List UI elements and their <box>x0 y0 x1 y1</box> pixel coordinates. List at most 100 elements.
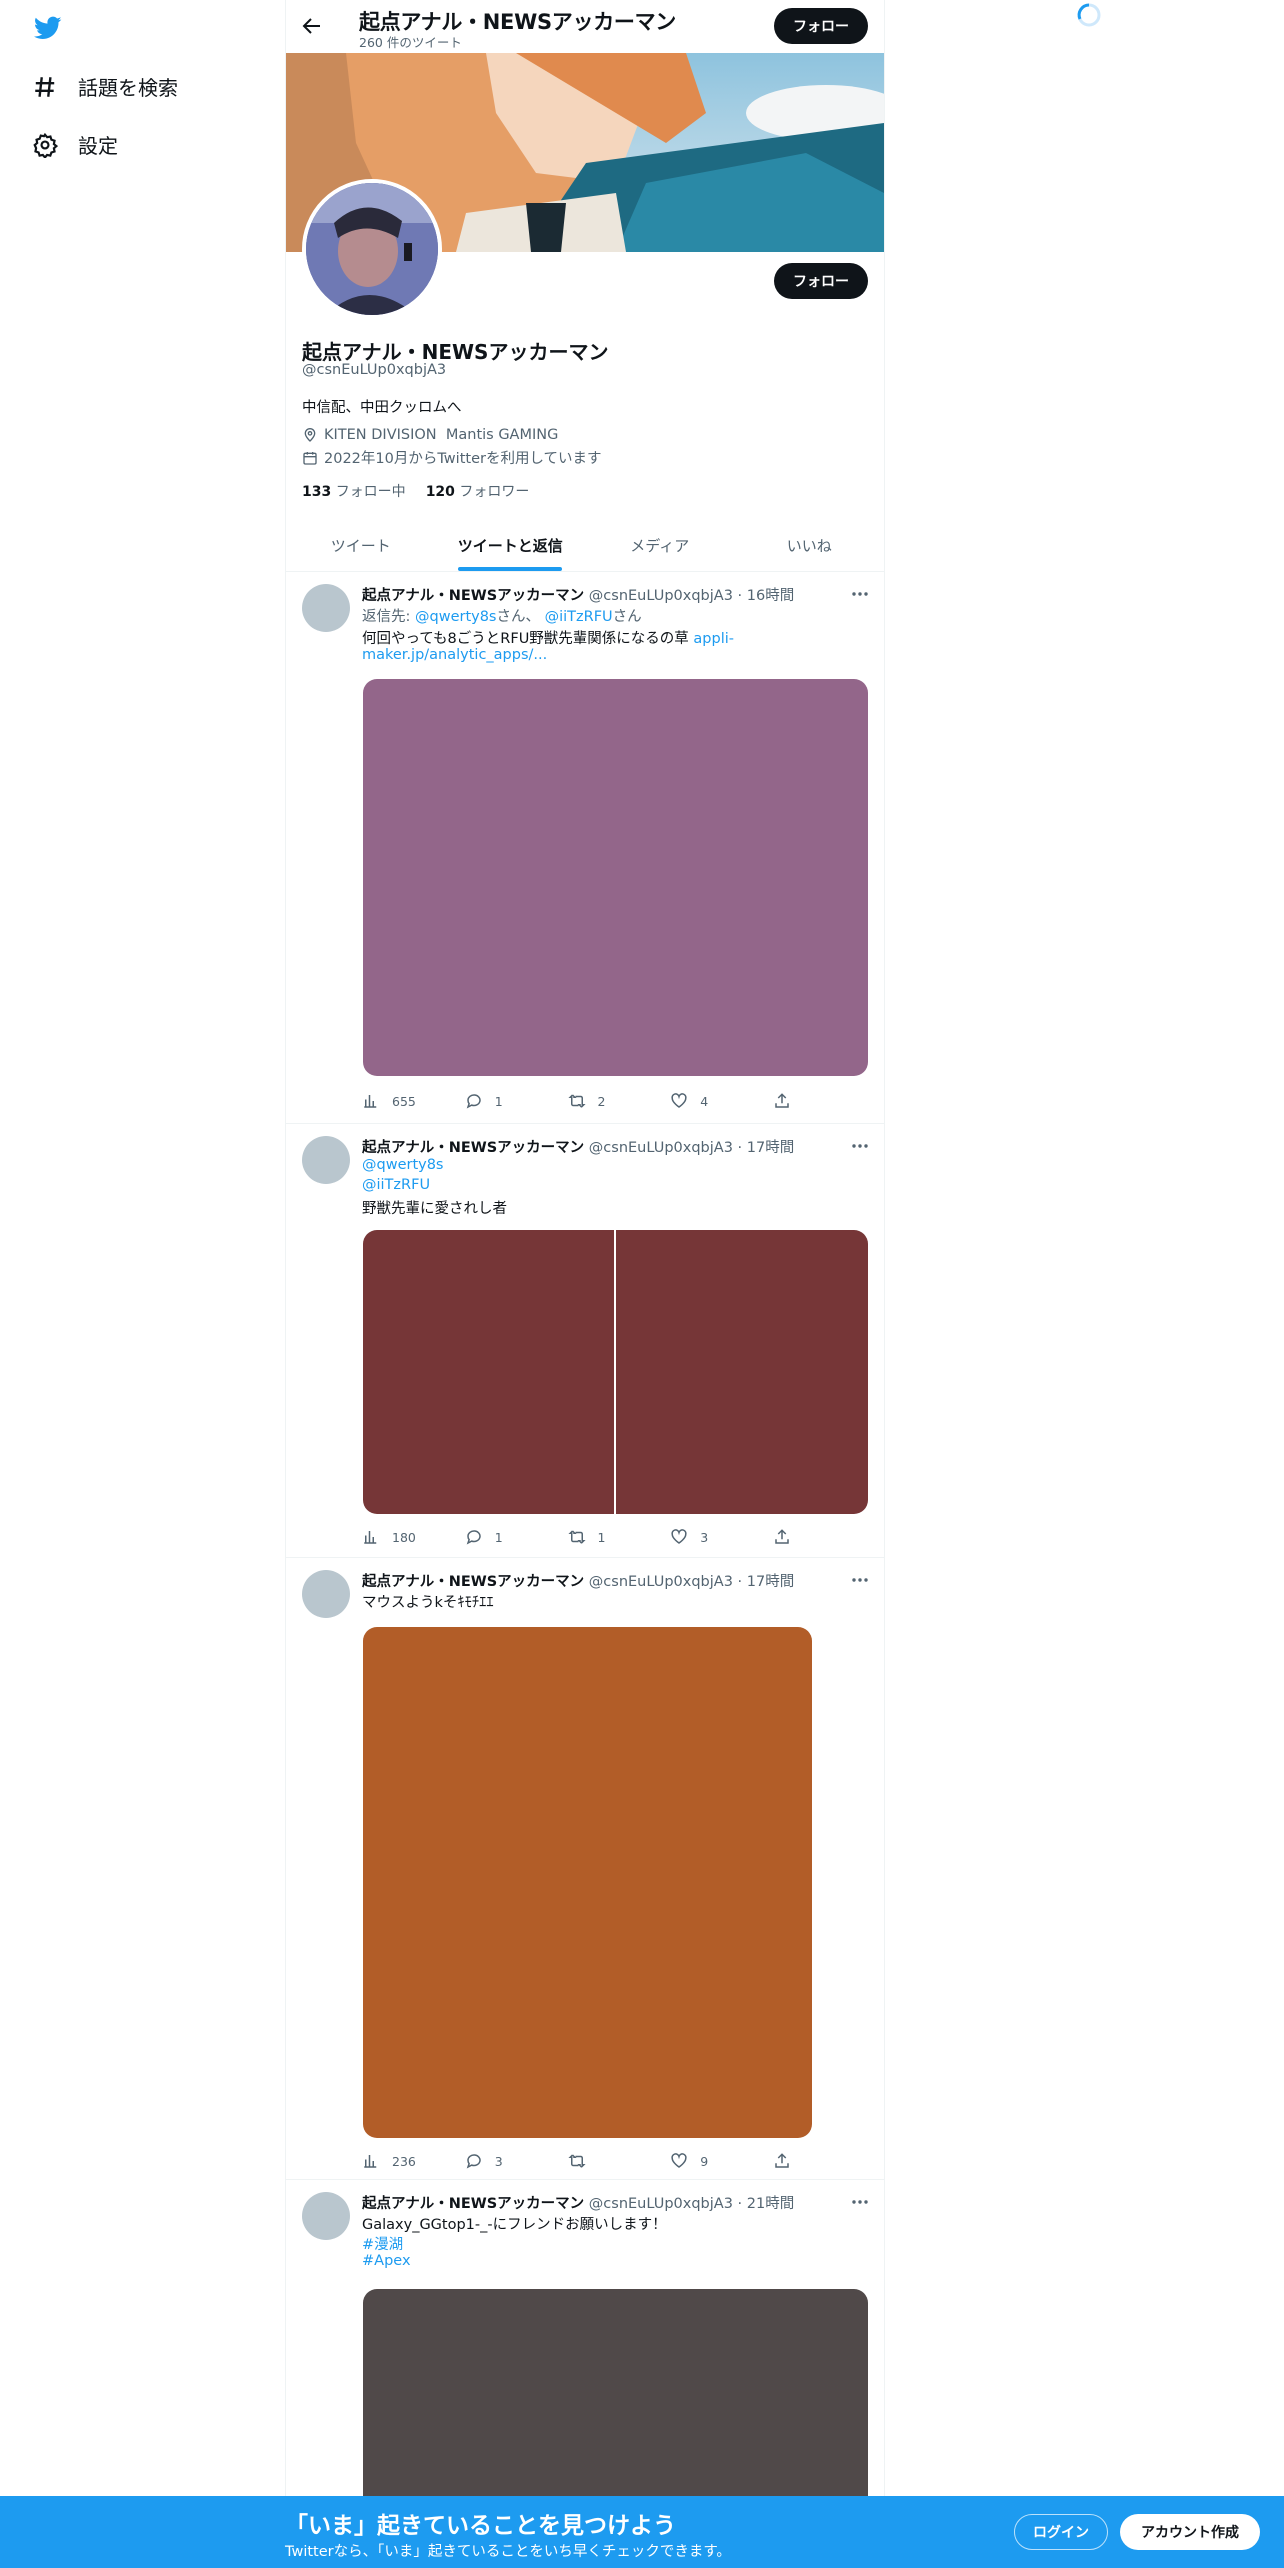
tweet-media-gallery[interactable] <box>363 1230 868 1514</box>
tweet-header: 起点アナル・NEWSアッカーマン @csnEuLUp0xqbjA3 · 17時間 <box>362 1570 794 1591</box>
mention-link[interactable]: @qwerty8s <box>362 1157 444 1173</box>
tweet-count: 260 件のツイート <box>359 35 462 50</box>
nav-item-label: 話題を検索 <box>78 76 178 100</box>
share-icon <box>775 1093 789 1108</box>
retweet-button[interactable] <box>567 2152 671 2170</box>
back-arrow-icon[interactable] <box>300 14 324 38</box>
nav-item-label: 設定 <box>78 134 118 158</box>
more-options-icon[interactable] <box>850 1136 870 1156</box>
tab-tweets-and-replies[interactable]: ツイートと返信 <box>436 520 586 571</box>
avatar[interactable] <box>302 2192 350 2240</box>
joined-text: 2022年10月からTwitterを利用しています <box>324 451 602 467</box>
reply-button[interactable]: 1 <box>465 1092 568 1110</box>
twitter-bird-icon[interactable] <box>32 14 64 42</box>
profile-bio: 中信配、中田クッロムへ <box>302 400 462 416</box>
retweet-button[interactable]: 1 <box>567 1528 671 1546</box>
tweet-media-image[interactable] <box>363 679 868 1076</box>
followers-count: 120 <box>425 484 455 500</box>
share-button[interactable] <box>773 1528 792 1546</box>
follow-button[interactable]: フォロー <box>774 263 868 299</box>
hashtag-link[interactable]: #Apex <box>362 2253 411 2269</box>
tab-media[interactable]: メディア <box>585 520 735 571</box>
tweet-actions: 655 1 2 4 <box>362 1090 792 1112</box>
following-link[interactable]: 133 フォロー中 <box>302 481 406 501</box>
heart-icon <box>671 1529 687 1544</box>
more-options-icon[interactable] <box>850 584 870 604</box>
signup-banner-subtitle: Twitterなら、「いま」起きていることをいち早くチェックできます。 <box>285 2544 731 2560</box>
tweet[interactable]: 起点アナル・NEWSアッカーマン @csnEuLUp0xqbjA3 · 16時間… <box>286 572 884 1124</box>
hashtag-link[interactable]: #漫湖 <box>362 2233 403 2254</box>
views-button[interactable]: 655 <box>362 1092 465 1110</box>
profile-tabs: ツイート ツイートと返信 メディア いいね <box>286 520 884 572</box>
tweet-header: 起点アナル・NEWSアッカーマン @csnEuLUp0xqbjA3 · 16時間 <box>362 584 794 605</box>
analytics-icon <box>364 1531 377 1544</box>
tweet-handle-time[interactable]: @csnEuLUp0xqbjA3 · 17時間 <box>589 1574 794 1590</box>
reply-suffix: さん <box>612 609 642 625</box>
reply-icon <box>466 1530 481 1545</box>
tweet-author-name[interactable]: 起点アナル・NEWSアッカーマン <box>362 1574 584 1590</box>
tweet-text: 何回やっても8ごうとRFU野獣先輩関係になるの草 appli- <box>362 627 734 648</box>
calendar-icon <box>303 451 317 465</box>
reply-mid: さん、 <box>496 609 541 625</box>
tab-likes[interactable]: いいね <box>735 520 885 571</box>
hashtag-icon <box>35 76 55 97</box>
reply-icon <box>466 1094 481 1109</box>
avatar[interactable] <box>302 1570 350 1618</box>
like-button[interactable]: 3 <box>670 1528 773 1546</box>
like-count: 3 <box>700 1529 709 1545</box>
retweet-button[interactable]: 2 <box>567 1092 671 1110</box>
tweet[interactable]: 起点アナル・NEWSアッカーマン @csnEuLUp0xqbjA3 · 17時間… <box>286 1558 884 2180</box>
share-button[interactable] <box>773 1092 792 1110</box>
like-button[interactable]: 4 <box>670 1092 773 1110</box>
tweet-header: 起点アナル・NEWSアッカーマン @csnEuLUp0xqbjA3 · 21時間 <box>362 2192 794 2213</box>
like-button[interactable]: 9 <box>670 2152 773 2170</box>
tweet-media-image[interactable] <box>363 1627 812 2138</box>
follow-button-header[interactable]: フォロー <box>774 8 868 44</box>
signup-banner: 「いま」起きていることを見つけよう Twitterなら、「いま」起きていることを… <box>0 2496 1284 2568</box>
avatar[interactable] <box>302 584 350 632</box>
profile-avatar[interactable] <box>302 179 442 319</box>
reply-user-link[interactable]: @iiTzRFU <box>545 609 613 625</box>
heart-icon <box>671 2153 687 2168</box>
tab-tweets[interactable]: ツイート <box>286 520 436 571</box>
profile-location: KITEN DIVISION Mantis GAMING <box>302 427 558 443</box>
tweet-author-name[interactable]: 起点アナル・NEWSアッカーマン <box>362 1140 584 1156</box>
nav-item-explore[interactable]: 話題を検索 <box>32 72 178 101</box>
like-count: 4 <box>700 1093 709 1109</box>
create-account-button[interactable]: アカウント作成 <box>1120 2514 1260 2550</box>
nav-item-settings[interactable]: 設定 <box>32 130 118 159</box>
tweet-actions: 236 3 9 <box>362 2150 792 2172</box>
login-button[interactable]: ログイン <box>1014 2514 1108 2550</box>
reply-button[interactable]: 3 <box>465 2152 568 2170</box>
share-icon <box>775 1529 789 1544</box>
views-button[interactable]: 180 <box>362 1528 465 1546</box>
reply-user-link[interactable]: @qwerty8s <box>415 609 497 625</box>
views-button[interactable]: 236 <box>362 2152 465 2170</box>
share-button[interactable] <box>773 2152 792 2170</box>
tweet-text: マウスようkそｷﾓﾁｴｴ <box>362 1595 494 1611</box>
tweet-author-name[interactable]: 起点アナル・NEWSアッカーマン <box>362 2196 584 2212</box>
heart-icon <box>671 1093 687 1108</box>
tweet-handle-time[interactable]: @csnEuLUp0xqbjA3 · 16時間 <box>589 588 794 604</box>
tweet-header: 起点アナル・NEWSアッカーマン @csnEuLUp0xqbjA3 · 17時間 <box>362 1136 794 1157</box>
retweet-count: 2 <box>597 1093 606 1109</box>
tweet[interactable]: 起点アナル・NEWSアッカーマン @csnEuLUp0xqbjA3 · 17時間… <box>286 1124 884 1558</box>
avatar[interactable] <box>302 1136 350 1184</box>
retweet-icon <box>567 2154 586 2168</box>
avatar-photo <box>306 183 438 315</box>
more-options-icon[interactable] <box>850 1570 870 1590</box>
tweet-handle-time[interactable]: @csnEuLUp0xqbjA3 · 17時間 <box>589 1140 794 1156</box>
tweet-link[interactable]: appli- <box>693 631 734 647</box>
followers-link[interactable]: 120 フォロワー <box>426 481 530 501</box>
more-options-icon[interactable] <box>850 2192 870 2212</box>
tweet-link[interactable]: maker.jp/analytic_apps/... <box>362 647 547 663</box>
reply-prefix: 返信先: <box>362 609 415 625</box>
tweet-handle-time[interactable]: @csnEuLUp0xqbjA3 · 21時間 <box>589 2196 794 2212</box>
reply-count: 3 <box>494 2153 503 2169</box>
reply-count: 1 <box>494 1529 503 1545</box>
mention-link[interactable]: @iiTzRFU <box>362 1177 430 1193</box>
tweet-author-name[interactable]: 起点アナル・NEWSアッカーマン <box>362 588 584 604</box>
profile-handle: @csnEuLUp0xqbjA3 <box>302 362 447 378</box>
reply-button[interactable]: 1 <box>465 1528 568 1546</box>
followers-label: フォロワー <box>459 484 530 500</box>
